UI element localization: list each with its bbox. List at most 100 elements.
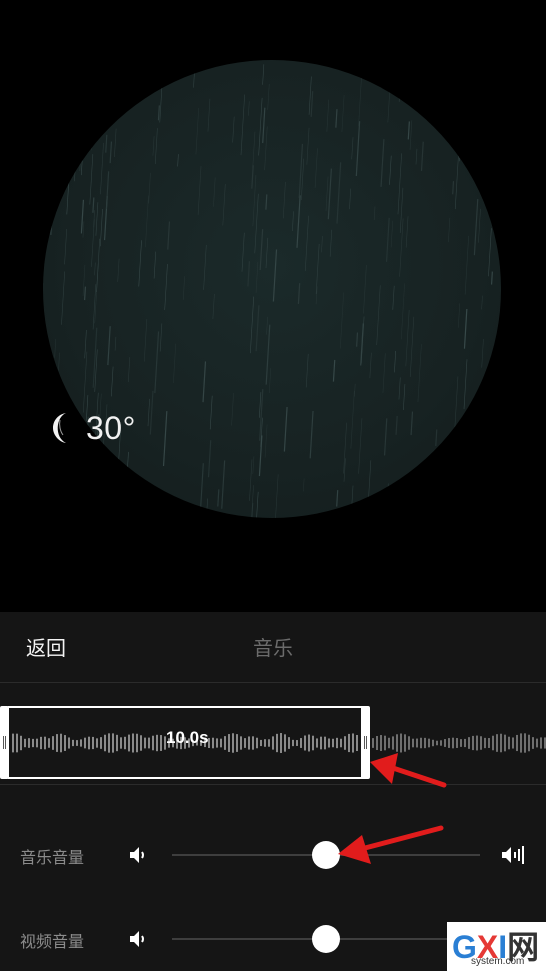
rain-streak xyxy=(283,406,288,452)
temperature-text: 30° xyxy=(86,409,136,446)
rain-streak xyxy=(202,361,207,403)
rain-streak xyxy=(305,353,309,388)
waveform-bar xyxy=(488,738,490,748)
waveform-bar xyxy=(496,734,498,752)
volume-low-icon[interactable] xyxy=(127,928,149,950)
rain-streak xyxy=(385,217,390,262)
waveform-bar xyxy=(388,737,390,749)
rain-streak xyxy=(53,157,56,183)
rain-streak xyxy=(351,137,354,160)
panel-header: 返回 音乐 xyxy=(0,612,546,683)
rain-streak xyxy=(94,262,96,276)
video-volume-thumb[interactable] xyxy=(312,925,340,953)
rain-streak xyxy=(252,456,255,474)
waveform-bar xyxy=(372,738,374,748)
waveform-bar xyxy=(468,737,470,749)
rain-streak xyxy=(459,113,463,162)
waveform-bar xyxy=(472,735,474,751)
rain-streak xyxy=(84,329,87,359)
waveform-bar xyxy=(424,737,426,749)
rain-streak xyxy=(213,177,216,207)
rain-streak xyxy=(212,293,215,320)
rain-streak xyxy=(392,285,395,310)
rain-streak xyxy=(309,410,314,459)
rain-streak xyxy=(259,229,264,271)
music-volume-row: 音乐音量 xyxy=(0,835,546,875)
rain-streak xyxy=(275,474,279,518)
rain-streak xyxy=(339,292,344,349)
rain-streak xyxy=(397,481,399,498)
volume-high-icon[interactable] xyxy=(500,844,528,866)
rain-streak xyxy=(115,61,121,116)
rain-streak xyxy=(481,295,483,310)
rain-streak xyxy=(296,195,301,248)
rain-streak xyxy=(80,94,85,149)
audio-waveform-trimmer[interactable]: 10.0s xyxy=(0,694,546,785)
weather-widget: 30° xyxy=(50,408,136,448)
waveform-bar xyxy=(520,733,522,753)
rain-streak xyxy=(463,308,468,349)
rain-streak xyxy=(255,305,260,352)
rain-streak xyxy=(157,105,160,121)
rain-streak xyxy=(89,154,94,205)
rain-streak xyxy=(268,368,272,393)
rain-streak xyxy=(368,460,372,501)
waveform-bar xyxy=(396,734,398,752)
rain-streak xyxy=(405,216,409,248)
rain-streak xyxy=(481,338,484,368)
rain-streak xyxy=(249,459,253,501)
rain-streak xyxy=(222,184,226,226)
rain-streak xyxy=(248,101,250,116)
rain-streak xyxy=(355,121,361,177)
rain-streak xyxy=(100,209,103,247)
rain-streak xyxy=(303,478,305,492)
rain-streak xyxy=(114,336,117,351)
rain-streak xyxy=(491,401,496,460)
waveform-bar xyxy=(448,738,450,748)
rain-streak xyxy=(463,359,468,410)
rain-streak xyxy=(203,244,207,290)
rain-streak xyxy=(394,350,396,373)
rain-streak xyxy=(265,237,269,269)
rain-streak xyxy=(49,143,52,171)
rain-streak xyxy=(206,498,208,518)
waveform-bar xyxy=(444,739,446,747)
video-volume-label: 视频音量 xyxy=(20,932,85,951)
rain-streak xyxy=(82,221,85,238)
rain-streak xyxy=(481,425,486,485)
rain-streak xyxy=(193,72,195,88)
waveform-bar xyxy=(404,734,406,752)
rain-streak xyxy=(437,464,442,513)
rain-streak xyxy=(177,154,179,167)
rain-streak xyxy=(490,271,493,285)
rain-streak xyxy=(173,343,177,383)
rain-streak xyxy=(84,286,87,301)
rain-streak xyxy=(232,116,235,143)
rain-streak xyxy=(87,460,90,484)
music-volume-thumb[interactable] xyxy=(312,841,340,869)
rain-streak xyxy=(326,99,330,132)
waveform-bar xyxy=(452,737,454,749)
music-volume-label: 音乐音量 xyxy=(20,848,85,867)
trim-handle-right[interactable] xyxy=(361,706,370,779)
waveform-bar xyxy=(492,735,494,751)
rain-streak xyxy=(105,134,108,153)
volume-low-icon[interactable] xyxy=(127,844,149,866)
waveform-bar xyxy=(440,740,442,746)
rain-streak xyxy=(127,357,131,383)
rain-streak xyxy=(250,296,255,354)
rain-streak xyxy=(56,76,61,138)
rain-streak xyxy=(356,332,359,347)
rain-streak xyxy=(254,193,259,254)
rain-streak xyxy=(485,451,488,464)
rain-streak xyxy=(109,141,113,164)
trim-handle-left[interactable] xyxy=(0,706,9,779)
rain-streak xyxy=(247,261,251,287)
rain-streak xyxy=(159,323,163,352)
rain-streak xyxy=(252,131,256,168)
rain-streak xyxy=(351,485,354,507)
rain-streak xyxy=(315,243,320,294)
rain-streak xyxy=(152,136,155,156)
rain-streak xyxy=(447,494,450,518)
rain-streak xyxy=(398,377,401,400)
